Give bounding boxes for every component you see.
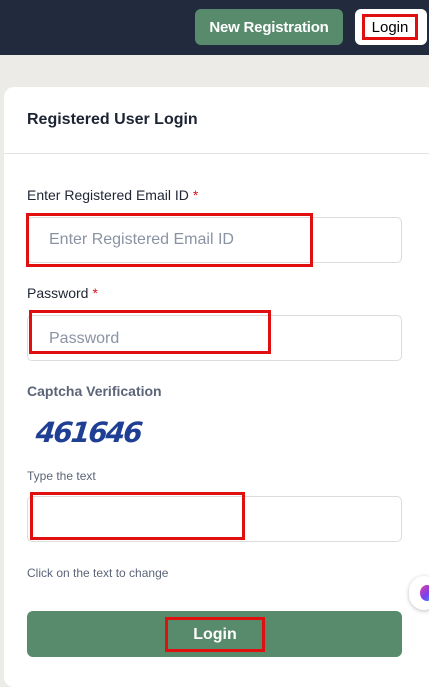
email-required-mark: * [192, 187, 199, 203]
password-label: Password * [27, 285, 98, 301]
email-label: Enter Registered Email ID * [27, 187, 198, 203]
login-submit-button[interactable]: Login [27, 611, 402, 657]
chat-assistant-button[interactable] [409, 576, 429, 610]
login-submit-label: Login [165, 617, 265, 652]
header-login-button[interactable]: Login [355, 9, 427, 45]
captcha-type-hint: Type the text [27, 469, 96, 483]
login-card: Registered User Login Enter Registered E… [4, 87, 429, 687]
captcha-label: Captcha Verification [27, 383, 162, 399]
card-title: Registered User Login [27, 111, 198, 128]
new-registration-button[interactable]: New Registration [195, 9, 343, 45]
captcha-image[interactable]: 461646 [34, 416, 142, 449]
password-highlight [29, 310, 271, 354]
top-navbar: New Registration Login [0, 0, 429, 55]
password-required-mark: * [92, 285, 98, 301]
chat-assistant-icon [420, 585, 429, 601]
password-label-text: Password [27, 285, 89, 301]
email-label-text: Enter Registered Email ID [27, 187, 189, 203]
captcha-change-hint[interactable]: Click on the text to change [27, 566, 168, 580]
email-highlight [26, 213, 313, 267]
header-login-label: Login [362, 14, 418, 40]
card-header: Registered User Login [4, 87, 429, 154]
captcha-highlight [30, 492, 245, 540]
